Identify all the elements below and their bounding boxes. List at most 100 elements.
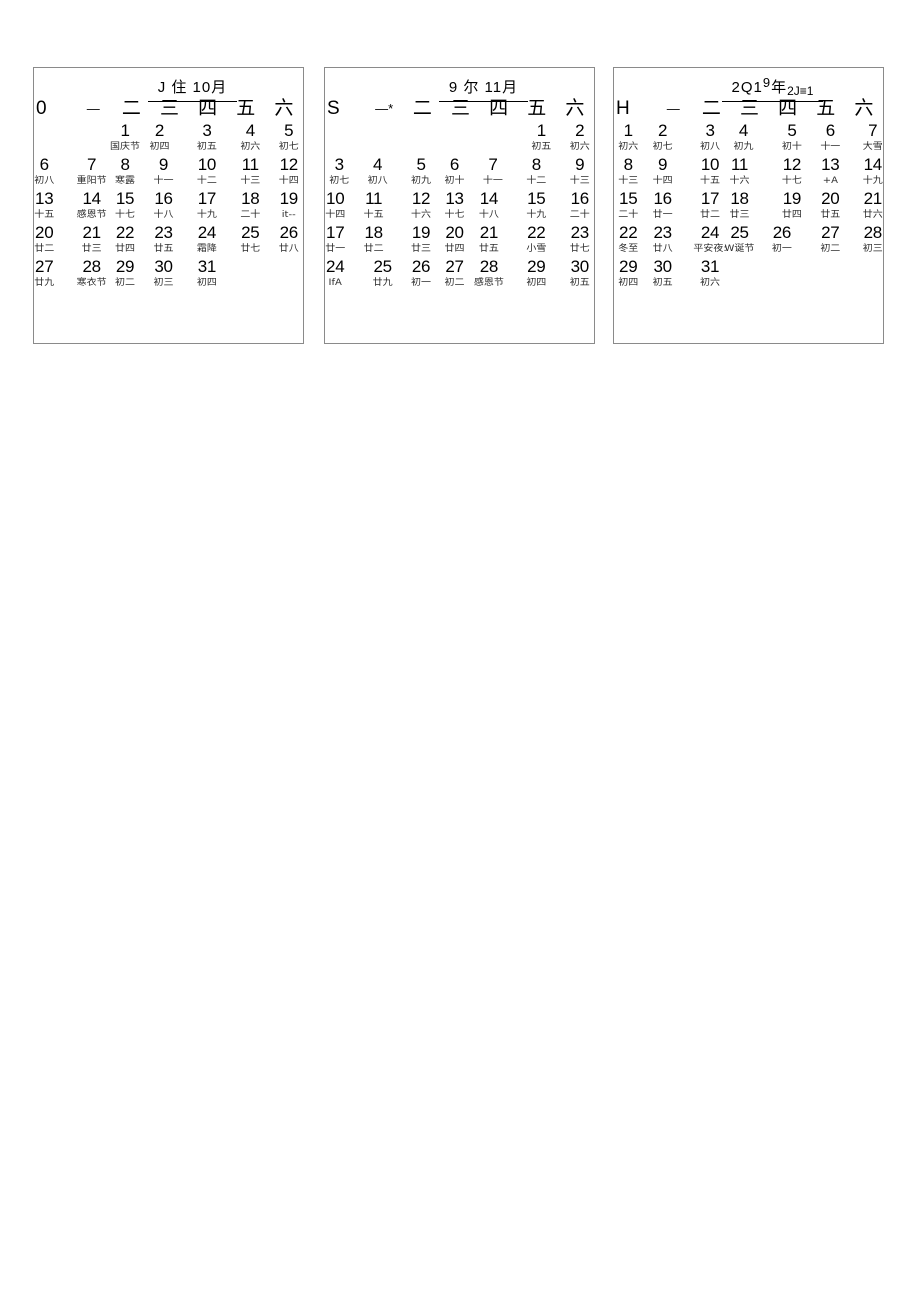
day-number: 8: [120, 155, 130, 174]
day-cell[interactable]: 27 初二: [806, 224, 844, 258]
lunar-label: 十四: [278, 175, 299, 186]
lunar-label: 廿二: [34, 243, 55, 254]
day-cell[interactable]: 24 IfA: [325, 258, 363, 292]
day-cell[interactable]: 12 十七: [768, 156, 806, 190]
day-number: 6: [39, 155, 49, 174]
day-cell[interactable]: 11 十三: [226, 156, 264, 190]
day-cell[interactable]: 19 廿四: [768, 190, 806, 224]
day-cell[interactable]: 18 廿三: [729, 190, 767, 224]
day-cell[interactable]: 31 初六: [691, 258, 729, 292]
day-cell[interactable]: 4 初九: [729, 122, 767, 156]
day-cell[interactable]: 12 十四: [265, 156, 303, 190]
day-number: 22: [115, 223, 135, 242]
day-cell[interactable]: 7 大雪: [845, 122, 883, 156]
day-cell[interactable]: 30 初五: [556, 258, 594, 292]
day-cell[interactable]: 15 十九: [517, 190, 555, 224]
day-cell[interactable]: 10 十二: [188, 156, 226, 190]
day-cell[interactable]: 9 十一: [149, 156, 187, 190]
day-number: 9: [658, 155, 668, 174]
day-number: 16: [154, 189, 173, 208]
day-cell[interactable]: 11 十五: [363, 190, 401, 224]
day-number: 27: [445, 257, 464, 276]
day-cell[interactable]: 5 初十: [768, 122, 806, 156]
day-cell[interactable]: 2 初四: [149, 122, 187, 156]
lunar-label: 廿四: [444, 243, 465, 254]
day-cell: [806, 258, 844, 292]
lunar-label: 霜降: [196, 243, 217, 254]
day-cell[interactable]: 30 初五: [652, 258, 690, 292]
day-cell[interactable]: 1 初五: [517, 122, 555, 156]
day-cell[interactable]: 23 廿八: [652, 224, 690, 258]
day-cell[interactable]: 26 初一: [768, 224, 806, 258]
lunar-label: 廿六: [862, 209, 883, 220]
day-number: 24: [197, 223, 217, 242]
day-cell[interactable]: 18 廿二: [363, 224, 401, 258]
day-cell[interactable]: 14 十九: [845, 156, 883, 190]
day-cell: [729, 258, 767, 292]
day-cell[interactable]: 18 二十: [226, 190, 264, 224]
day-cell[interactable]: 17 十九: [188, 190, 226, 224]
day-cell[interactable]: 25 廿九: [363, 258, 401, 292]
day-cell[interactable]: 24 霜降: [188, 224, 226, 258]
day-cell[interactable]: 25 廿七: [226, 224, 264, 258]
day-cell[interactable]: 2 初七: [652, 122, 690, 156]
lunar-label: 廿九: [372, 277, 393, 288]
day-cell[interactable]: 16 廿一: [652, 190, 690, 224]
day-number: 20: [445, 223, 464, 242]
day-cell[interactable]: 21 廿六: [845, 190, 883, 224]
lunar-label: 初三: [862, 243, 883, 254]
day-cell[interactable]: 2 初六: [556, 122, 594, 156]
day-number: 4: [738, 121, 749, 140]
day-cell[interactable]: 6 初八: [34, 156, 72, 190]
lunar-label: 初八: [34, 175, 55, 186]
day-cell[interactable]: 20 廿五: [806, 190, 844, 224]
day-cell[interactable]: 13 十五: [34, 190, 72, 224]
day-cell[interactable]: 23 廿五: [149, 224, 187, 258]
lunar-label: 初二: [115, 277, 136, 288]
day-cell[interactable]: 27 廿九: [34, 258, 72, 292]
day-cell[interactable]: 7 十一: [479, 156, 517, 190]
day-cell[interactable]: 19 it--: [265, 190, 303, 224]
month-title-main: J 住 10: [157, 79, 212, 96]
day-number: 17: [197, 189, 217, 208]
day-cell[interactable]: 8 十二: [517, 156, 555, 190]
day-number: 19: [279, 189, 299, 208]
day-cell[interactable]: 3 初五: [188, 122, 226, 156]
lunar-label: it--: [281, 209, 296, 220]
lunar-label: 十五: [363, 209, 384, 220]
day-cell[interactable]: 9 十四: [652, 156, 690, 190]
week-row: 1 国庆节 2 初四 3 初五 4 初六 5 初七: [34, 122, 303, 156]
weekday-tue: 二: [412, 98, 432, 119]
day-cell[interactable]: 30 初三: [149, 258, 187, 292]
day-cell[interactable]: 9 十三: [556, 156, 594, 190]
lunar-label: 寒露: [115, 175, 136, 186]
day-cell[interactable]: 26 廿八: [265, 224, 303, 258]
day-cell[interactable]: 4 初六: [226, 122, 264, 156]
day-cell[interactable]: 28 感恩节: [474, 258, 517, 292]
day-number: 25: [730, 223, 749, 242]
day-cell[interactable]: 4 初八: [363, 156, 401, 190]
day-cell[interactable]: 14 十八: [479, 190, 517, 224]
day-cell[interactable]: 16 二十: [556, 190, 594, 224]
day-cell[interactable]: 16 十八: [149, 190, 187, 224]
week-row: 8 十三 9 十四 10 十五 11 十六 12 十七 13 +A 14 十九: [614, 156, 883, 190]
weekday-sat: 六: [565, 98, 585, 119]
day-cell[interactable]: 31 初四: [188, 258, 226, 292]
day-cell[interactable]: 13 +A: [806, 156, 844, 190]
lunar-label: 廿三: [729, 209, 750, 220]
day-cell[interactable]: 28 初三: [845, 224, 883, 258]
day-cell[interactable]: 11 十六: [729, 156, 767, 190]
weekday-sun: H: [616, 98, 630, 119]
day-number: 7: [868, 121, 878, 140]
day-cell[interactable]: 6 十一: [806, 122, 844, 156]
day-cell[interactable]: 22 小雪: [517, 224, 555, 258]
weekday-mon: —: [86, 101, 100, 116]
day-cell[interactable]: 23 廿七: [556, 224, 594, 258]
day-cell[interactable]: 5 初七: [265, 122, 303, 156]
day-cell[interactable]: 20 廿二: [34, 224, 72, 258]
day-cell[interactable]: 29 初四: [517, 258, 555, 292]
day-number: 8: [623, 155, 633, 174]
lunar-label: 初四: [526, 277, 547, 288]
day-cell[interactable]: 21 廿五: [479, 224, 517, 258]
day-number: 9: [575, 155, 585, 174]
